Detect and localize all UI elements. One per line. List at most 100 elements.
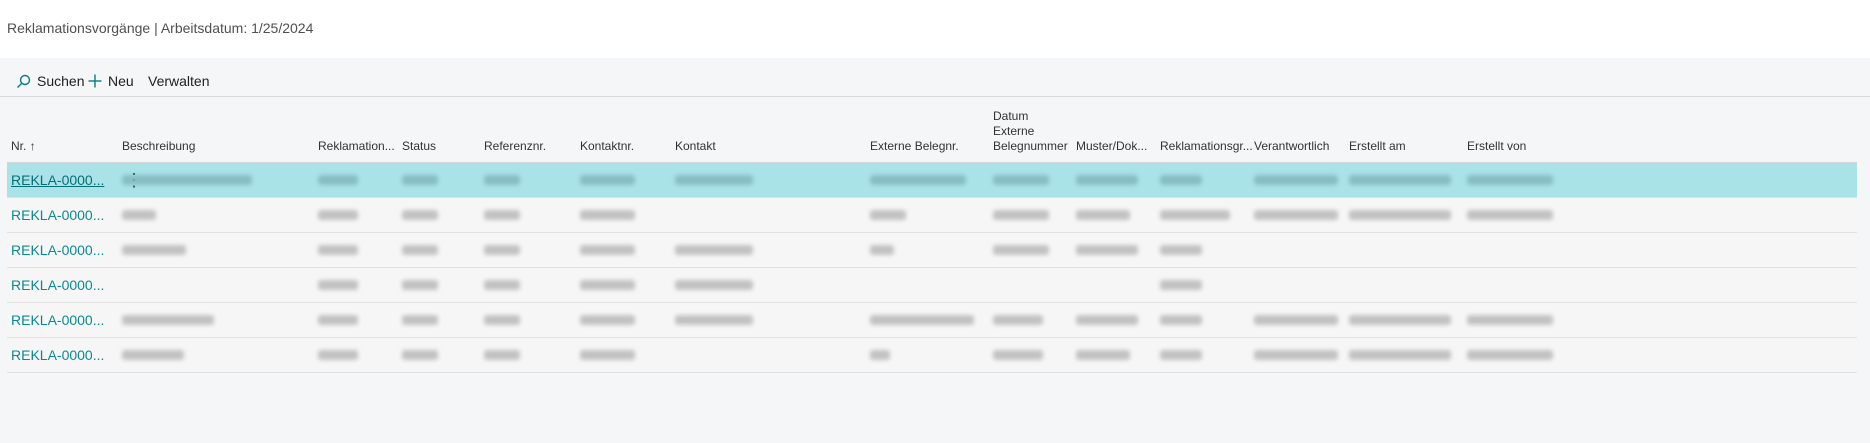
record-link[interactable]: REKLA-0000... [11,312,104,328]
redacted-value [1160,210,1230,220]
redacted-value [318,245,358,255]
redacted-value [122,350,184,360]
col-datum-line3: Belegnummer [993,139,1068,153]
redacted-value [1160,350,1202,360]
redacted-value [318,210,358,220]
col-verantwortlich[interactable]: Verantwortlich [1254,139,1329,154]
redacted-value [1076,245,1138,255]
redacted-value [580,280,635,290]
redacted-value [122,245,186,255]
table-row[interactable]: REKLA-0000... ⋮ [7,163,1857,198]
redacted-value [122,210,156,220]
redacted-value [870,350,890,360]
col-beschreibung[interactable]: Beschreibung [122,139,195,154]
redacted-value [484,350,520,360]
redacted-value [580,245,635,255]
new-button[interactable]: Neu [88,70,134,92]
redacted-value [318,175,358,185]
record-link[interactable]: REKLA-0000... [11,347,104,363]
table-row[interactable]: REKLA-0000... [7,338,1857,373]
redacted-value [402,245,438,255]
redacted-value [993,350,1043,360]
redacted-value [1254,315,1338,325]
redacted-value [318,315,358,325]
col-reklamation[interactable]: Reklamation... [318,139,395,154]
redacted-value [1254,175,1338,185]
col-erstellt-am[interactable]: Erstellt am [1349,139,1406,154]
redacted-value [580,350,635,360]
redacted-value [318,280,358,290]
redacted-value [675,175,753,185]
redacted-value [1254,350,1338,360]
redacted-value [402,175,438,185]
records-table: Nr. ↑ Beschreibung Reklamation... Status… [7,100,1857,373]
redacted-value [1467,350,1553,360]
redacted-value [870,315,974,325]
table-row[interactable]: REKLA-0000... [7,268,1857,303]
redacted-value [1467,210,1553,220]
col-kontakt[interactable]: Kontakt [675,139,716,154]
redacted-value [402,350,438,360]
redacted-value [580,210,635,220]
record-link[interactable]: REKLA-0000... [11,277,104,293]
redacted-value [1467,175,1553,185]
col-externe-belegnr[interactable]: Externe Belegnr. [870,139,959,154]
action-bar: Suchen Neu Verwalten [0,58,1870,97]
redacted-value [484,210,520,220]
redacted-value [1349,315,1451,325]
record-link[interactable]: REKLA-0000... [11,207,104,223]
table-header: Nr. ↑ Beschreibung Reklamation... Status… [7,100,1857,163]
redacted-value [993,210,1049,220]
table-row[interactable]: REKLA-0000... [7,233,1857,268]
redacted-value [1160,280,1202,290]
redacted-value [402,280,438,290]
redacted-value [1076,175,1138,185]
col-datum-externe-belegnummer[interactable]: Datum Externe Belegnummer [993,109,1068,154]
redacted-value [122,175,252,185]
redacted-value [318,350,358,360]
redacted-value [870,245,894,255]
col-reklamationsgr[interactable]: Reklamationsgr... [1160,139,1253,154]
redacted-value [1467,315,1553,325]
redacted-value [1349,350,1451,360]
col-referenz[interactable]: Referenznr. [484,139,546,154]
redacted-value [1160,315,1202,325]
search-button[interactable]: Suchen [16,70,84,92]
redacted-value [484,280,520,290]
record-link[interactable]: REKLA-0000... [11,242,104,258]
redacted-value [1076,350,1130,360]
new-label: Neu [108,73,134,89]
col-status[interactable]: Status [402,139,436,154]
page-title: Reklamationsvorgänge | Arbeitsdatum: 1/2… [7,20,314,36]
redacted-value [993,175,1049,185]
col-muster[interactable]: Muster/Dok... [1076,139,1147,154]
redacted-value [993,245,1049,255]
col-kontaktnr[interactable]: Kontaktnr. [580,139,634,154]
col-datum-line1: Datum [993,109,1029,123]
redacted-value [484,175,520,185]
redacted-value [122,315,214,325]
redacted-value [484,315,520,325]
redacted-value [675,245,753,255]
record-link[interactable]: REKLA-0000... [11,172,104,188]
redacted-value [675,315,753,325]
redacted-value [870,175,966,185]
table-row[interactable]: REKLA-0000... [7,198,1857,233]
col-datum-line2: Externe [993,124,1035,138]
col-nr[interactable]: Nr. ↑ [11,139,36,154]
redacted-value [993,315,1043,325]
table-row[interactable]: REKLA-0000... [7,303,1857,338]
redacted-value [1254,210,1338,220]
search-label: Suchen [37,73,85,89]
redacted-value [402,210,438,220]
redacted-value [1349,210,1451,220]
manage-label: Verwalten [148,73,210,89]
redacted-value [1160,245,1202,255]
redacted-value [484,245,520,255]
redacted-value [402,315,438,325]
redacted-value [1076,315,1138,325]
plus-icon [88,74,102,88]
redacted-value [1076,210,1130,220]
manage-menu[interactable]: Verwalten [148,70,209,92]
col-erstellt-von[interactable]: Erstellt von [1467,139,1526,154]
